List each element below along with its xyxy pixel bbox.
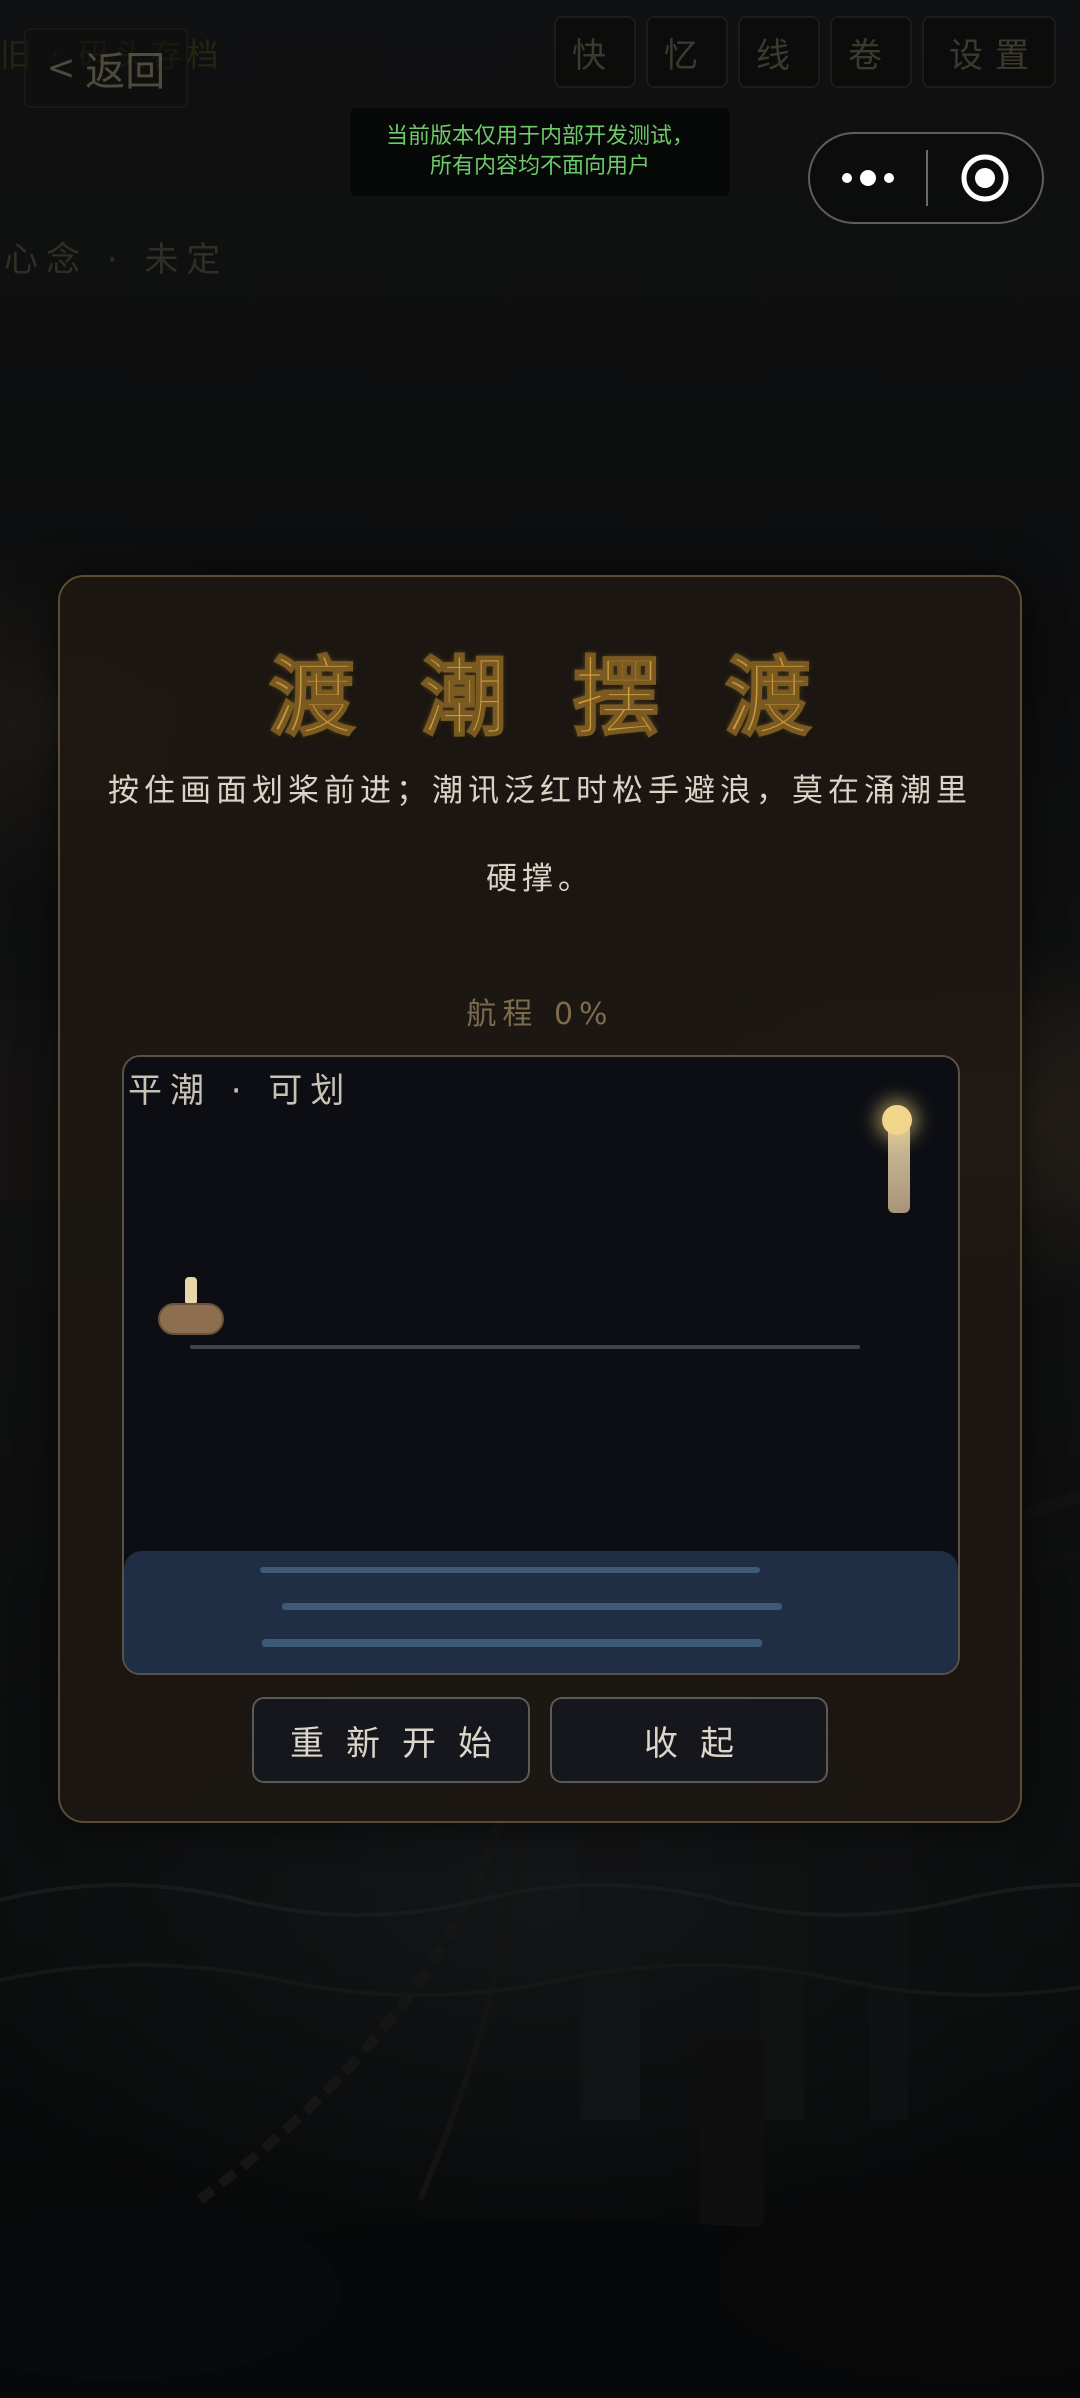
lamp-glow-icon: [882, 1105, 912, 1135]
rowing-game-canvas[interactable]: 平潮 · 可划: [122, 1055, 960, 1675]
voyage-progress: 航程 0%: [60, 989, 1020, 1033]
wave-line: [282, 1603, 782, 1610]
restart-button[interactable]: 重新开始: [252, 1697, 530, 1783]
boat: [158, 1303, 224, 1335]
wave-line: [262, 1639, 762, 1647]
voyage-progress-value: 0%: [553, 997, 614, 1032]
ferry-game-modal: 渡潮摆渡 按住画面划桨前进；潮讯泛红时松手避浪，莫在涌潮里硬撑。 航程 0% 平…: [58, 575, 1022, 1823]
miniprogram-capsule: [808, 132, 1044, 224]
voyage-progress-label: 航程: [466, 997, 539, 1032]
tide-status: 平潮 · 可划: [128, 1071, 353, 1111]
modal-actions: 重新开始 收起: [60, 1697, 1020, 1783]
collapse-button[interactable]: 收起: [550, 1697, 828, 1783]
dev-notice-line-1: 当前版本仅用于内部开发测试，: [385, 124, 694, 149]
wave-line: [260, 1567, 760, 1573]
water-surface: [124, 1551, 958, 1673]
modal-title: 渡潮摆渡: [268, 646, 877, 749]
more-dots-icon[interactable]: [810, 134, 926, 222]
target-circle-icon[interactable]: [928, 134, 1042, 222]
course-track: [190, 1345, 860, 1349]
dev-test-notice: 当前版本仅用于内部开发测试， 所有内容均不面向用户: [350, 108, 730, 196]
dev-notice-line-2: 所有内容均不面向用户: [429, 154, 650, 179]
modal-description: 按住画面划桨前进；潮讯泛红时松手避浪，莫在涌潮里硬撑。: [108, 773, 972, 897]
boat-rower: [185, 1277, 197, 1305]
